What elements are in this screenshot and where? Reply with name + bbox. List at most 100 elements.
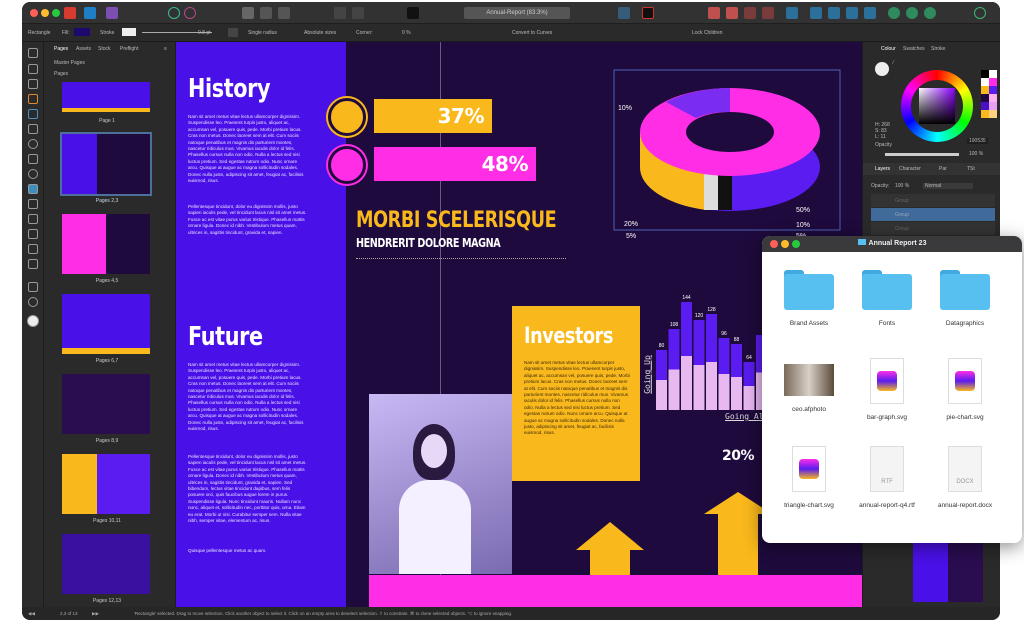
picture-frame-tool-icon[interactable] bbox=[28, 184, 38, 194]
arrange-front-icon[interactable] bbox=[708, 7, 720, 19]
swatch[interactable] bbox=[989, 70, 997, 78]
shape-tool-icon[interactable] bbox=[28, 169, 38, 179]
text-frame-tool-icon[interactable] bbox=[28, 79, 38, 89]
finder-item[interactable]: bar-graph.svg bbox=[844, 358, 930, 421]
rotate-right-icon[interactable] bbox=[864, 7, 876, 19]
corner-value[interactable]: 0 % bbox=[402, 30, 411, 36]
pages-section[interactable]: Pages bbox=[54, 71, 68, 77]
swatch[interactable] bbox=[981, 78, 989, 86]
layer-row-selected[interactable]: Group bbox=[871, 208, 995, 221]
finder-close-button[interactable] bbox=[770, 240, 778, 248]
fill-stroke-selector[interactable] bbox=[875, 62, 889, 76]
stroke-swatch[interactable] bbox=[122, 28, 136, 36]
page-thumb[interactable] bbox=[62, 214, 150, 274]
artistic-text-tool-icon[interactable] bbox=[28, 109, 38, 119]
node-tool-icon[interactable] bbox=[28, 64, 38, 74]
transparency-tool-icon[interactable] bbox=[28, 244, 38, 254]
finder-minimize-button[interactable] bbox=[781, 240, 789, 248]
align-icon[interactable] bbox=[786, 7, 798, 19]
tab-stroke[interactable]: Stroke bbox=[931, 46, 945, 52]
designer-persona-icon[interactable] bbox=[84, 7, 96, 19]
gear-icon[interactable] bbox=[228, 28, 238, 37]
finder-item[interactable]: RTF annual-report-q4.rtf bbox=[844, 446, 930, 509]
fill-stroke-icon[interactable] bbox=[27, 315, 39, 327]
photo-persona-icon[interactable] bbox=[106, 7, 118, 19]
arrange-backward-icon[interactable] bbox=[762, 7, 774, 19]
layer-row[interactable]: Group bbox=[871, 222, 995, 235]
swatch[interactable] bbox=[989, 78, 997, 86]
finder-item[interactable]: Fonts bbox=[844, 270, 930, 327]
arrange-back-icon[interactable] bbox=[744, 7, 756, 19]
minimize-button[interactable] bbox=[41, 9, 49, 17]
ceo-photo[interactable] bbox=[369, 394, 512, 574]
color-picker-tool-icon[interactable] bbox=[28, 259, 38, 269]
table-tool-icon[interactable] bbox=[28, 94, 38, 104]
publisher-persona-icon[interactable] bbox=[64, 7, 76, 19]
tab-swatches[interactable]: Swatches bbox=[903, 46, 925, 52]
colour-wheel[interactable] bbox=[901, 70, 973, 142]
snapping-icon[interactable] bbox=[642, 7, 654, 19]
zoom-button[interactable] bbox=[52, 9, 60, 17]
tab-preflight[interactable]: Preflight bbox=[120, 46, 138, 52]
spread-icon[interactable] bbox=[278, 7, 290, 19]
page-thumb[interactable] bbox=[62, 454, 150, 514]
hand-tool-icon[interactable] bbox=[28, 282, 38, 292]
page-thumb[interactable] bbox=[62, 534, 150, 594]
tab-paragraph[interactable]: Par bbox=[939, 166, 947, 172]
place-image-icon[interactable] bbox=[618, 7, 630, 19]
finder-item[interactable]: pie-chart.svg bbox=[922, 358, 1008, 421]
swatch[interactable] bbox=[989, 102, 997, 110]
preview-icon[interactable] bbox=[260, 7, 272, 19]
finder-item[interactable]: Datagraphics bbox=[922, 270, 1008, 327]
page-thumb-selected[interactable] bbox=[60, 132, 152, 196]
flip-v-icon[interactable] bbox=[828, 7, 840, 19]
tab-layers[interactable]: Layers bbox=[875, 166, 890, 172]
pin-icon[interactable] bbox=[334, 7, 346, 19]
prev-page-button[interactable]: ◀◀ bbox=[28, 607, 35, 620]
navigator-preview[interactable] bbox=[913, 542, 983, 602]
boolean-subtract-icon[interactable] bbox=[906, 7, 918, 19]
tab-stock[interactable]: Stock bbox=[98, 46, 111, 52]
ellipse-tool-icon[interactable] bbox=[28, 139, 38, 149]
eye-icon[interactable] bbox=[407, 7, 419, 19]
stroke-width-value[interactable]: 0.8 pt bbox=[198, 30, 211, 36]
view-mode-icon[interactable] bbox=[242, 7, 254, 19]
finder-item[interactable]: Brand Assets bbox=[766, 270, 852, 327]
single-radius-checkbox[interactable]: Single radius bbox=[248, 30, 277, 36]
flip-h-icon[interactable] bbox=[810, 7, 822, 19]
layer-opacity-input[interactable]: 100 % bbox=[895, 183, 909, 189]
arrange-forward-icon[interactable] bbox=[726, 7, 738, 19]
master-pages-section[interactable]: Master Pages bbox=[54, 60, 85, 66]
pen-tool-icon[interactable] bbox=[28, 124, 38, 134]
close-button[interactable] bbox=[30, 9, 38, 17]
swatch[interactable] bbox=[981, 70, 989, 78]
document-canvas[interactable]: History Nam sit amet metus vitae lectus … bbox=[176, 42, 862, 607]
finder-item[interactable]: triangle-chart.svg bbox=[766, 446, 852, 509]
boolean-add-icon[interactable] bbox=[888, 7, 900, 19]
tab-colour[interactable]: Colour bbox=[881, 46, 896, 52]
hex-input[interactable]: 190535 bbox=[967, 138, 988, 144]
tab-text-styles[interactable]: TSt bbox=[967, 166, 975, 172]
convert-to-curves-button[interactable]: Convert to Curves bbox=[512, 30, 552, 36]
finder-zoom-button[interactable] bbox=[792, 240, 800, 248]
move-tool-icon[interactable] bbox=[28, 48, 38, 58]
pie-chart[interactable]: 10%20%5%50%10%5% bbox=[606, 62, 862, 242]
finder-item[interactable]: ceo.afphoto bbox=[766, 358, 852, 413]
opacity-slider[interactable] bbox=[885, 153, 959, 156]
tab-assets[interactable]: Assets bbox=[76, 46, 91, 52]
swatch[interactable] bbox=[989, 86, 997, 94]
page-indicator[interactable]: 2,3 of 13 bbox=[60, 607, 78, 620]
preferences-icon[interactable] bbox=[184, 7, 196, 19]
blend-mode-select[interactable]: Normal bbox=[923, 183, 973, 189]
rectangle-tool-icon[interactable] bbox=[28, 154, 38, 164]
colour-triangle-square[interactable] bbox=[919, 88, 955, 124]
page-thumb[interactable] bbox=[62, 294, 150, 354]
tab-character[interactable]: Character bbox=[899, 166, 921, 172]
swatch[interactable] bbox=[981, 110, 989, 118]
layer-row[interactable]: Group bbox=[871, 194, 995, 207]
tab-pages[interactable]: Pages bbox=[54, 46, 68, 52]
eyedropper-icon[interactable]: ⁄ bbox=[893, 60, 901, 68]
swatch[interactable] bbox=[981, 94, 989, 102]
absolute-sizes-checkbox[interactable]: Absolute sizes bbox=[304, 30, 336, 36]
fill-tool-icon[interactable] bbox=[28, 229, 38, 239]
